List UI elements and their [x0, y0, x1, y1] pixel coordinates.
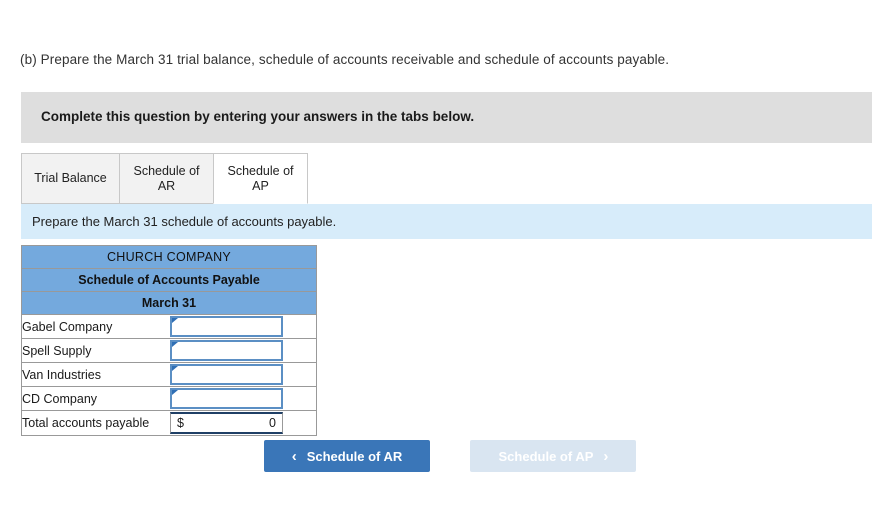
total-amount-value: 0 [269, 416, 276, 430]
table-header-row-company: CHURCH COMPANY [21, 245, 317, 269]
tab-strip: Trial Balance Schedule of AR Schedule of… [21, 153, 872, 204]
row-input-cell-cd-company [169, 386, 317, 411]
question-prompt: (b) Prepare the March 31 trial balance, … [20, 52, 670, 67]
row-label-spell-supply: Spell Supply [21, 338, 169, 363]
table-row-total: Total accounts payable $ 0 [21, 410, 317, 436]
subinstruction-bar: Prepare the March 31 schedule of account… [21, 204, 872, 239]
tab-trial-balance-label: Trial Balance [34, 171, 107, 186]
table-header-row-date: March 31 [21, 291, 317, 315]
chevron-left-icon: ‹ [291, 447, 297, 465]
row-input-cell-spell-supply [169, 338, 317, 363]
header-date: March 31 [21, 291, 317, 315]
total-currency-symbol: $ [177, 416, 184, 430]
tab-schedule-of-ar-label: Schedule of AR [133, 164, 200, 193]
tab-trial-balance[interactable]: Trial Balance [21, 153, 120, 204]
instruction-banner-text: Complete this question by entering your … [41, 109, 475, 124]
row-label-van-industries: Van Industries [21, 362, 169, 387]
row-label-gabel-company: Gabel Company [21, 314, 169, 339]
tab-schedule-of-ap-label: Schedule of AP [227, 164, 294, 193]
table-header-row-schedule: Schedule of Accounts Payable [21, 268, 317, 292]
total-amount-box: $ 0 [170, 412, 283, 434]
table-row: CD Company [21, 386, 317, 411]
prev-schedule-of-ar-button[interactable]: ‹ Schedule of AR [264, 440, 430, 472]
prev-button-label: Schedule of AR [306, 448, 403, 464]
schedule-of-ap-table: CHURCH COMPANY Schedule of Accounts Paya… [21, 245, 317, 436]
subinstruction-text: Prepare the March 31 schedule of account… [32, 214, 337, 229]
row-input-cell-gabel-company [169, 314, 317, 339]
instruction-banner: Complete this question by entering your … [21, 92, 872, 143]
amount-input-van-industries[interactable] [170, 364, 283, 385]
row-label-total-accounts-payable: Total accounts payable [21, 410, 169, 436]
next-button-label: Schedule of AP [498, 448, 594, 464]
tab-schedule-of-ap[interactable]: Schedule of AP [213, 153, 308, 204]
amount-input-spell-supply[interactable] [170, 340, 283, 361]
row-input-cell-van-industries [169, 362, 317, 387]
header-schedule-title: Schedule of Accounts Payable [21, 268, 317, 292]
tab-schedule-of-ar[interactable]: Schedule of AR [119, 153, 214, 204]
header-company-name: CHURCH COMPANY [21, 245, 317, 269]
row-total-cell: $ 0 [169, 410, 317, 436]
table-row: Spell Supply [21, 338, 317, 363]
row-label-cd-company: CD Company [21, 386, 169, 411]
navigation-buttons: ‹ Schedule of AR Schedule of AP › [264, 440, 637, 472]
chevron-right-icon: › [603, 447, 609, 465]
next-schedule-of-ap-button[interactable]: Schedule of AP › [470, 440, 637, 472]
amount-input-gabel-company[interactable] [170, 316, 283, 337]
table-row: Van Industries [21, 362, 317, 387]
amount-input-cd-company[interactable] [170, 388, 283, 409]
table-row: Gabel Company [21, 314, 317, 339]
